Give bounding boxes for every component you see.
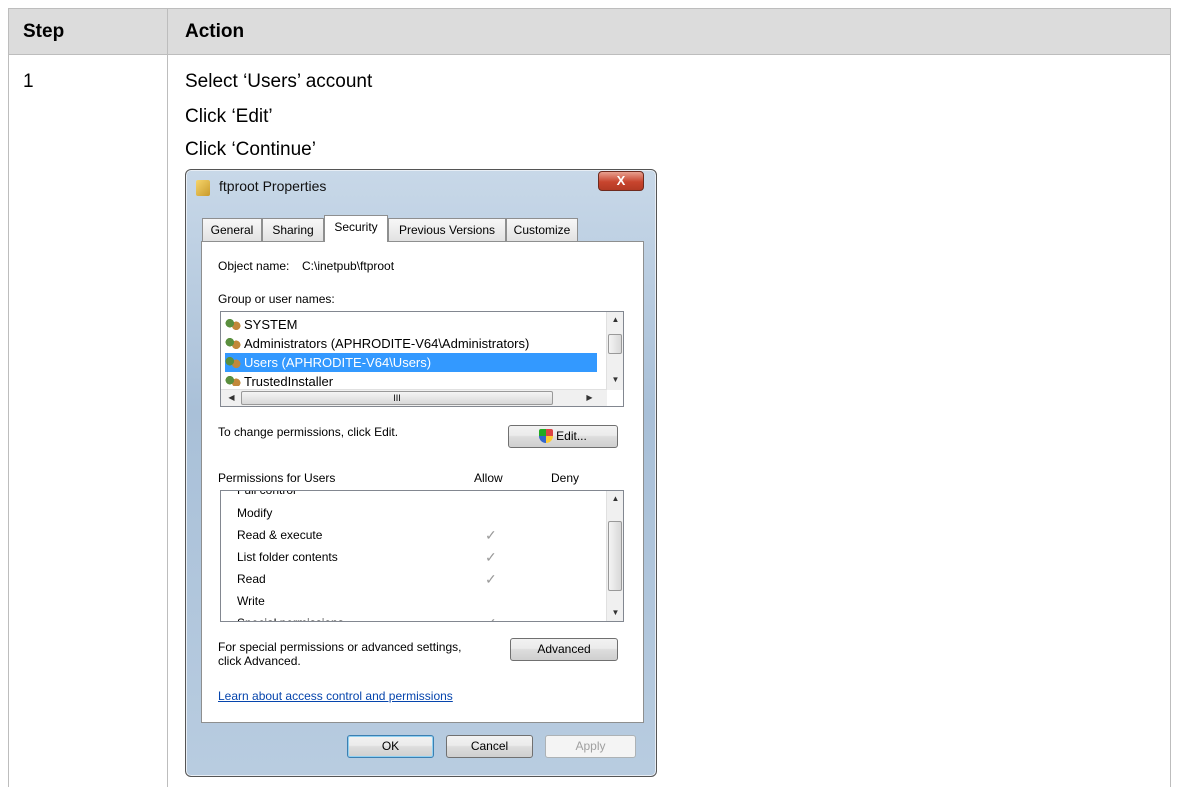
- cancel-button[interactable]: Cancel: [446, 735, 533, 758]
- permission-row: List folder contents: [237, 550, 338, 564]
- permissions-list[interactable]: Full control Modify Read & execute ✓ Lis…: [220, 490, 624, 622]
- allow-check-icon: ✓: [485, 527, 497, 543]
- permission-row: Special permissions: [237, 613, 344, 621]
- scroll-up-arrow-icon[interactable]: ▲: [607, 312, 623, 328]
- instruction-line: Click ‘Edit’: [185, 106, 273, 127]
- special-permissions-hint: For special permissions or advanced sett…: [218, 640, 462, 654]
- list-item-trustedinstaller[interactable]: TrustedInstaller: [225, 372, 333, 386]
- learn-access-control-link[interactable]: Learn about access control and permissio…: [218, 689, 453, 703]
- tab-general[interactable]: General: [202, 218, 262, 241]
- scroll-thumb[interactable]: [608, 334, 622, 354]
- instruction-line: Select ‘Users’ account: [185, 71, 373, 92]
- user-list-vscrollbar[interactable]: ▲ ▼: [606, 312, 623, 390]
- tab-customize[interactable]: Customize: [506, 218, 578, 241]
- scroll-left-arrow-icon[interactable]: ◀: [223, 390, 240, 406]
- user-listbox[interactable]: SYSTEM Administrators (APHRODITE-V64\Adm…: [220, 311, 624, 407]
- edit-button[interactable]: Edit...: [508, 425, 618, 448]
- permissions-vscrollbar[interactable]: ▲ ▼: [606, 491, 623, 621]
- folder-icon: [196, 180, 210, 196]
- permissions-for-label: Permissions for Users: [218, 471, 336, 485]
- column-divider: [167, 9, 168, 787]
- instruction-line: Click ‘Continue’: [185, 139, 316, 160]
- dialog-title: ftproot Properties: [219, 178, 327, 194]
- close-button[interactable]: X: [598, 171, 644, 191]
- header-action: Action: [185, 21, 245, 42]
- allow-check-icon: ✓: [485, 549, 497, 565]
- scroll-up-arrow-icon[interactable]: ▲: [607, 491, 623, 507]
- hscroll-thumb[interactable]: III: [241, 391, 553, 405]
- allow-check-icon: ✓: [485, 613, 497, 621]
- permission-row: Read: [237, 572, 266, 586]
- scroll-thumb[interactable]: [608, 521, 622, 591]
- permission-row: Full control: [237, 490, 296, 497]
- change-permissions-hint: To change permissions, click Edit.: [218, 425, 399, 439]
- step-number: 1: [23, 71, 34, 92]
- security-panel: Object name: C:\inetpub\ftproot Group or…: [201, 241, 644, 723]
- permission-row: Read & execute: [237, 528, 323, 542]
- object-name-label: Object name:: [218, 259, 290, 273]
- allow-column-label: Allow: [474, 471, 503, 485]
- advanced-button[interactable]: Advanced: [510, 638, 618, 661]
- object-name-value: C:\inetpub\ftproot: [302, 259, 395, 273]
- list-item-users-selected[interactable]: Users (APHRODITE-V64\Users): [225, 353, 597, 372]
- list-item-administrators[interactable]: Administrators (APHRODITE-V64\Administra…: [225, 334, 529, 353]
- user-list-hscrollbar[interactable]: ◀ III ▶: [221, 389, 607, 406]
- list-item-system[interactable]: SYSTEM: [225, 315, 297, 334]
- properties-dialog: ftproot Properties X General Sharing Sec…: [185, 169, 657, 777]
- users-icon: [225, 318, 241, 331]
- tab-sharing[interactable]: Sharing: [262, 218, 324, 241]
- uac-shield-icon: [539, 429, 554, 443]
- scroll-right-arrow-icon[interactable]: ▶: [581, 390, 598, 406]
- apply-button[interactable]: Apply: [545, 735, 636, 758]
- table-header: Step Action: [9, 9, 1170, 55]
- ok-button[interactable]: OK: [347, 735, 434, 758]
- scroll-down-arrow-icon[interactable]: ▼: [607, 605, 623, 621]
- deny-column-label: Deny: [551, 471, 580, 485]
- users-icon: [225, 337, 241, 350]
- permission-row: Modify: [237, 506, 273, 520]
- header-step: Step: [23, 21, 65, 42]
- users-icon: [225, 375, 241, 386]
- tab-previous-versions[interactable]: Previous Versions: [388, 218, 506, 241]
- allow-check-icon: ✓: [485, 571, 497, 587]
- users-icon: [225, 356, 241, 369]
- permission-row: Write: [237, 594, 265, 608]
- scroll-down-arrow-icon[interactable]: ▼: [607, 372, 623, 388]
- group-names-label: Group or user names:: [218, 292, 335, 306]
- tab-security[interactable]: Security: [324, 215, 388, 242]
- special-permissions-hint-2: click Advanced.: [218, 654, 301, 668]
